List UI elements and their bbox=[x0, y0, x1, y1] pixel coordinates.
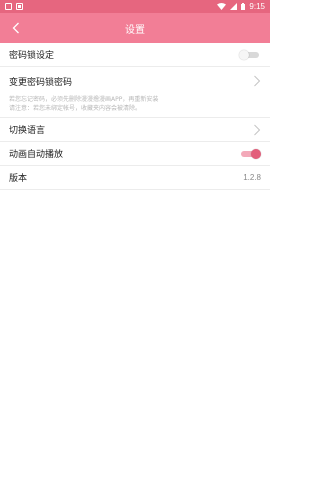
setting-autoplay-label: 动画自动播放 bbox=[9, 150, 64, 160]
lock-toggle[interactable] bbox=[239, 49, 261, 60]
settings-list: 密码锁设定 变更密码锁密码 若您忘记密码，必须先删除漫漫撸漫画APP，再重新安装… bbox=[0, 43, 270, 190]
page-title: 设置 bbox=[125, 24, 145, 36]
system-icons: 9:15 bbox=[217, 2, 265, 11]
clock: 9:15 bbox=[249, 2, 265, 11]
setting-version: 版本 1.2.8 bbox=[0, 166, 270, 190]
autoplay-toggle[interactable] bbox=[239, 148, 261, 159]
toggle-thumb bbox=[239, 49, 249, 60]
back-button[interactable] bbox=[4, 13, 28, 43]
password-note-line-2: 请注意：若您未绑定帐号，收藏夹内容会被清除。 bbox=[9, 105, 142, 112]
notification-icons bbox=[5, 3, 23, 10]
chevron-right-icon bbox=[254, 124, 261, 135]
app-bar: 设置 bbox=[0, 13, 270, 43]
wifi-icon bbox=[217, 3, 227, 10]
version-value: 1.2.8 bbox=[243, 173, 261, 182]
setting-change-password-label: 变更密码锁密码 bbox=[9, 77, 73, 88]
setting-version-label: 版本 bbox=[9, 174, 28, 184]
setting-language-label: 切换语言 bbox=[9, 126, 46, 136]
toggle-thumb bbox=[251, 148, 261, 159]
battery-icon bbox=[241, 3, 246, 10]
setting-language[interactable]: 切换语言 bbox=[0, 118, 270, 142]
notification-icon-2 bbox=[16, 3, 23, 10]
setting-change-password[interactable]: 变更密码锁密码 若您忘记密码，必须先删除漫漫撸漫画APP，再重新安装 请注意：若… bbox=[0, 67, 270, 118]
setting-autoplay: 动画自动播放 bbox=[0, 142, 270, 166]
password-note: 若您忘记密码，必须先删除漫漫撸漫画APP，再重新安装 请注意：若您未绑定帐号，收… bbox=[9, 95, 224, 113]
setting-lock-label: 密码锁设定 bbox=[9, 51, 55, 61]
setting-lock: 密码锁设定 bbox=[0, 43, 270, 67]
password-note-line-1: 若您忘记密码，必须先删除漫漫撸漫画APP，再重新安装 bbox=[9, 96, 159, 103]
notification-icon bbox=[5, 3, 12, 10]
chevron-left-icon bbox=[12, 22, 19, 34]
chevron-right-icon bbox=[254, 75, 261, 87]
signal-icon bbox=[230, 3, 238, 10]
status-bar: 9:15 bbox=[0, 0, 270, 13]
